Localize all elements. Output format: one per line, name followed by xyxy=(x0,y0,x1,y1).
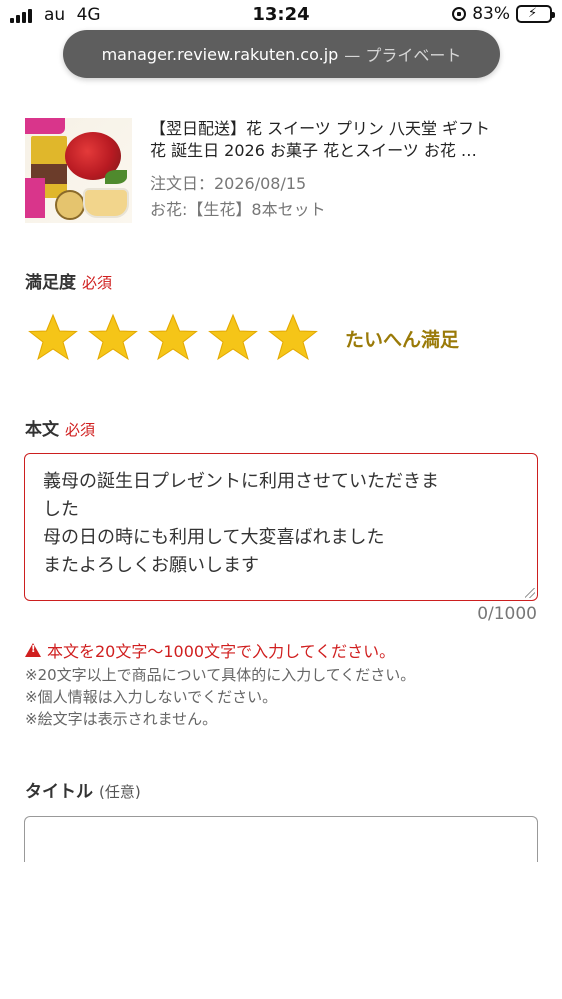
rating-text: たいへん満足 xyxy=(345,329,460,351)
title-label: タイトル (任意) xyxy=(25,777,141,802)
body-line: 義母の誕生日プレゼントに利用させていただきま xyxy=(43,471,439,492)
note-line: ※絵文字は表示されません。 xyxy=(25,710,218,728)
star-icon[interactable] xyxy=(207,312,259,364)
blank-area xyxy=(0,862,562,999)
star-icon[interactable] xyxy=(147,312,199,364)
body-label: 本文 必須 xyxy=(25,415,95,440)
satisfaction-label-text: 満足度 xyxy=(25,273,76,293)
product-title-line2: 花 誕生日 2026 お菓子 花とスイーツ お花 … xyxy=(150,141,477,160)
note-line: ※20文字以上で商品について具体的に入力してください。 xyxy=(25,666,416,684)
warning-icon xyxy=(25,643,41,657)
body-label-text: 本文 xyxy=(25,420,59,440)
satisfaction-label: 満足度 必須 xyxy=(25,268,112,293)
star-icon[interactable] xyxy=(267,312,319,364)
order-date: 注文日：2026/08/15 xyxy=(150,174,307,193)
required-badge: 必須 xyxy=(82,274,113,292)
error-text: 本文を20文字～1000文字で入力してください。 xyxy=(47,642,396,661)
product-option: お花:【生花】8本セット xyxy=(150,200,326,219)
note-line: ※個人情報は入力しないでください。 xyxy=(25,688,278,706)
product-title[interactable]: 【翌日配送】花 スイーツ プリン 八天堂 ギフト 花 誕生日 2026 お菓子 … xyxy=(150,118,545,162)
body-line: またよろしくお願いします xyxy=(43,555,259,576)
body-error-message: 本文を20文字～1000文字で入力してください。 xyxy=(25,638,395,662)
star-rating[interactable] xyxy=(27,312,319,364)
charging-bolt-icon: ⚡ xyxy=(528,6,538,21)
optional-badge: (任意) xyxy=(99,783,141,801)
battery-icon: ⚡ xyxy=(516,5,555,23)
star-icon[interactable] xyxy=(87,312,139,364)
product-thumbnail[interactable] xyxy=(25,118,132,223)
battery-area: 83% ⚡ xyxy=(452,4,555,24)
body-line: 母の日の時にも利用して大変喜ばれました xyxy=(43,527,385,548)
title-label-text: タイトル xyxy=(25,782,93,802)
review-body-textarea[interactable]: 義母の誕生日プレゼントに利用させていただきま した 母の日の時にも利用して大変喜… xyxy=(24,453,538,601)
url-bar[interactable]: manager.review.rakuten.co.jp — プライベート xyxy=(63,30,500,78)
required-badge: 必須 xyxy=(65,421,96,439)
url-host: manager.review.rakuten.co.jp xyxy=(101,44,339,64)
char-counter: 0/1000 xyxy=(477,604,537,624)
rotation-lock-icon xyxy=(452,7,467,21)
status-bar: au 4G 13:24 83% ⚡ xyxy=(0,0,562,30)
body-notes: ※20文字以上で商品について具体的に入力してください。 ※個人情報は入力しないで… xyxy=(25,664,415,730)
battery-percent: 83% xyxy=(472,4,510,24)
product-summary: 【翌日配送】花 スイーツ プリン 八天堂 ギフト 花 誕生日 2026 お菓子 … xyxy=(25,118,545,228)
star-icon[interactable] xyxy=(27,312,79,364)
body-line: した xyxy=(43,499,79,520)
private-label: — プライベート xyxy=(344,46,462,65)
resize-grip-icon[interactable] xyxy=(525,588,535,598)
product-title-line1: 【翌日配送】花 スイーツ プリン 八天堂 ギフト xyxy=(150,119,491,138)
